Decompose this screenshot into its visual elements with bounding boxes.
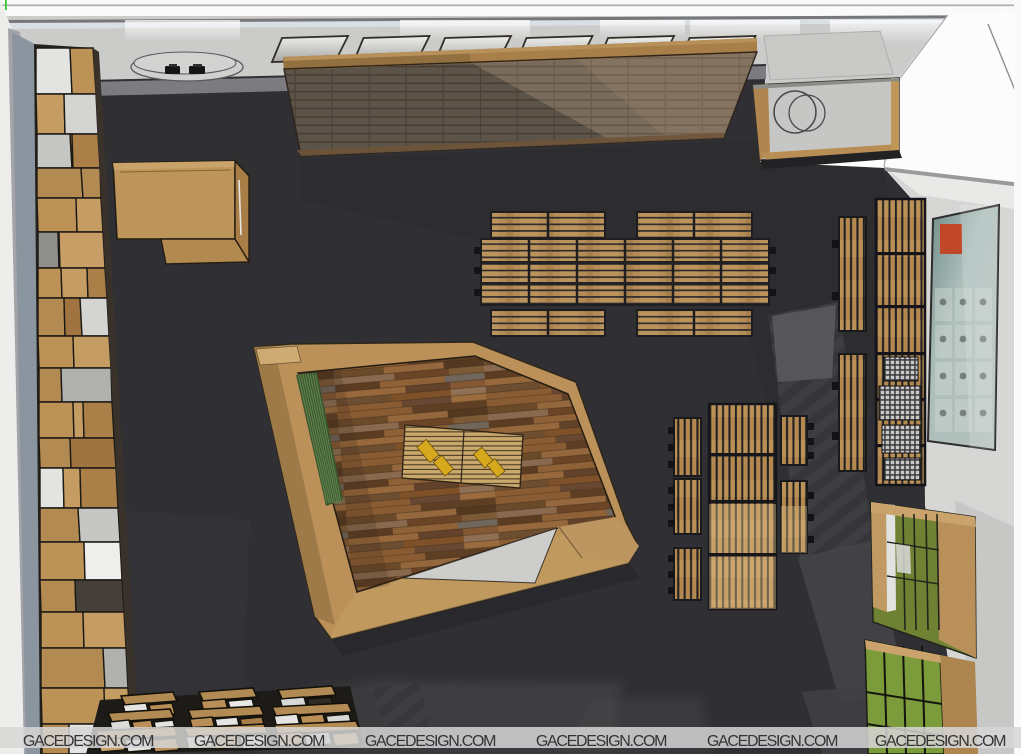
svg-text:GACEDESIGN.COM: GACEDESIGN.COM <box>536 733 667 750</box>
svg-text:GACEDESIGN.COM: GACEDESIGN.COM <box>875 733 1006 750</box>
svg-text:GACEDESIGN.COM: GACEDESIGN.COM <box>365 733 496 750</box>
svg-text:GACEDESIGN.COM: GACEDESIGN.COM <box>707 733 838 750</box>
svg-text:GACEDESIGN.COM: GACEDESIGN.COM <box>194 733 325 750</box>
svg-text:GACEDESIGN.COM: GACEDESIGN.COM <box>23 733 154 750</box>
